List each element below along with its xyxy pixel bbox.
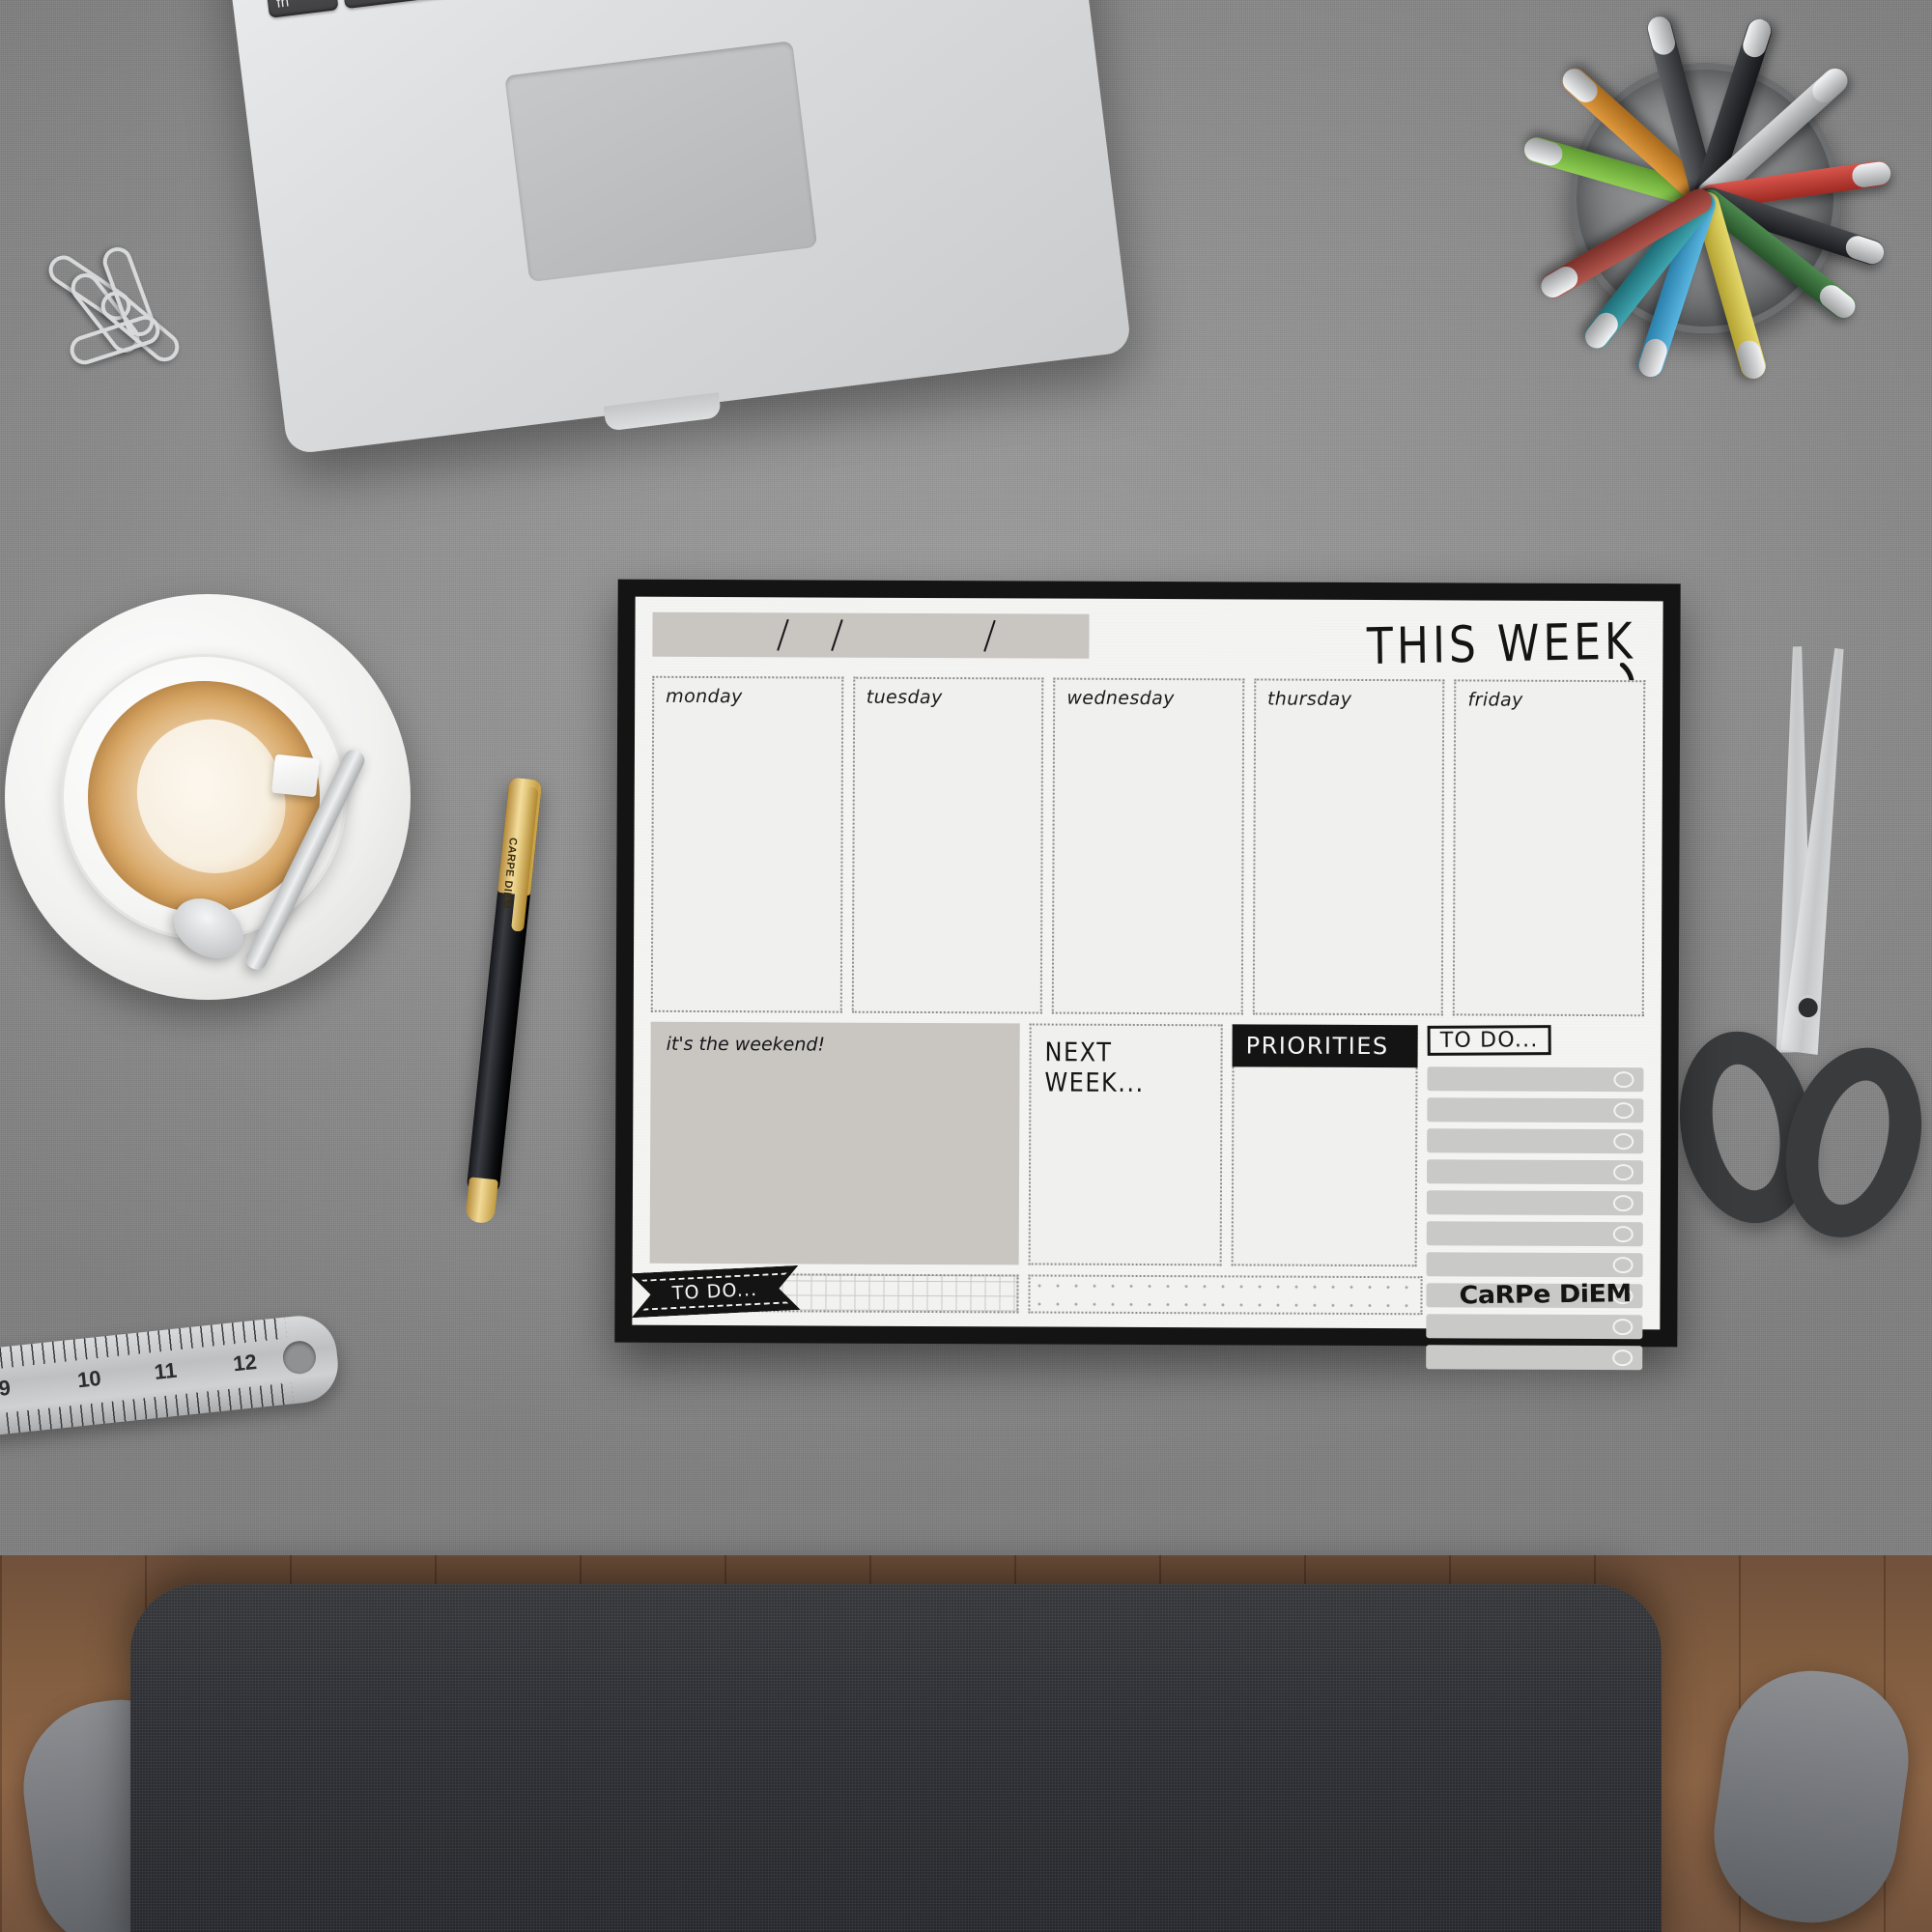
checkbox-icon[interactable] [1613, 1102, 1634, 1120]
coffee-cup [61, 654, 347, 940]
weekday-columns: monday tuesday wednesday thursday friday [650, 675, 1646, 1017]
laptop-trackpad[interactable] [504, 41, 818, 283]
dot-grid-area[interactable] [1028, 1274, 1423, 1316]
checkbox-icon[interactable] [1612, 1257, 1634, 1274]
key-control[interactable]: control [338, 0, 449, 10]
todo-header-label: TO DO... [1439, 1028, 1539, 1053]
date-slash-1 [777, 618, 789, 651]
day-label: monday [666, 685, 743, 708]
weekend-label: it's the weekend! [666, 1033, 826, 1056]
day-cell-monday[interactable]: monday [650, 675, 843, 1013]
checkbox-icon[interactable] [1613, 1164, 1634, 1181]
ruler-mark: 12 [231, 1349, 258, 1377]
priorities-banner: PRIORITIES [1232, 1024, 1418, 1068]
todo-list [1426, 1066, 1644, 1371]
todo-item[interactable] [1426, 1252, 1643, 1278]
date-slash-2 [831, 619, 843, 652]
date-field[interactable] [652, 611, 1090, 659]
day-label: wednesday [1066, 687, 1175, 710]
saucer [5, 594, 411, 1000]
key-label: control [352, 0, 399, 2]
todo-item[interactable] [1427, 1066, 1644, 1093]
todo-header-box: TO DO... [1427, 1025, 1551, 1056]
todo-ribbon: TO DO... [630, 1265, 801, 1318]
sugar-cube [271, 753, 320, 798]
keyboard-row-4: fn control option command [263, 0, 1042, 18]
todo-item[interactable] [1427, 1128, 1644, 1154]
todo-item[interactable] [1426, 1314, 1643, 1340]
day-cell-friday[interactable]: friday [1453, 679, 1646, 1017]
priorities-cell[interactable]: PRIORITIES [1231, 1024, 1418, 1267]
planner-sheet: THIS WEEK monday tuesday wednesday thurs… [632, 596, 1663, 1371]
priorities-label: PRIORITIES [1245, 1032, 1389, 1061]
brand-area: CaRPe DiEM [1432, 1276, 1642, 1316]
ruler-hanging-hole [281, 1339, 318, 1376]
desk-scene: tab D F G / caps lock A S C V B N M [0, 0, 1932, 1932]
checkbox-icon[interactable] [1612, 1226, 1634, 1243]
latte-art [119, 702, 302, 892]
todo-item[interactable] [1427, 1159, 1644, 1185]
carpe-diem-logo: CaRPe DiEM [1458, 1279, 1632, 1310]
day-label: tuesday [866, 686, 943, 709]
todo-item[interactable] [1427, 1097, 1644, 1123]
key-label: fn [275, 0, 291, 12]
todo-ribbon-label: TO DO... [671, 1278, 758, 1305]
next-week-label: NEXT WEEK... [1044, 1037, 1145, 1098]
ruler-mark: 10 [75, 1365, 102, 1393]
weekend-cell[interactable]: it's the weekend! [649, 1021, 1020, 1265]
day-cell-thursday[interactable]: thursday [1252, 678, 1445, 1016]
date-slash-3 [983, 619, 996, 652]
planner-bottom-row: TO DO... CaRPe DiEM [649, 1273, 1642, 1316]
checkbox-icon[interactable] [1613, 1133, 1634, 1151]
planner-middle-row: it's the weekend! NEXT WEEK... PRIORITIE… [649, 1021, 1644, 1371]
key-fn[interactable]: fn [263, 0, 339, 18]
scissors [1664, 622, 1932, 1272]
checkbox-icon[interactable] [1612, 1319, 1634, 1336]
checkbox-icon[interactable] [1612, 1195, 1634, 1212]
next-week-cell[interactable]: NEXT WEEK... [1028, 1023, 1223, 1266]
day-label: thursday [1266, 688, 1352, 710]
chair-fabric-texture [130, 1584, 1662, 1932]
checkbox-icon[interactable] [1612, 1350, 1634, 1367]
ruler-mark: 11 [153, 1357, 179, 1384]
day-cell-wednesday[interactable]: wednesday [1051, 677, 1245, 1015]
weekly-planner-pad[interactable]: THIS WEEK monday tuesday wednesday thurs… [614, 579, 1681, 1371]
paper-clips [43, 242, 227, 391]
pen-cup [1520, 14, 1892, 383]
day-label: friday [1467, 689, 1523, 711]
ruler-mark: 9 [0, 1375, 13, 1401]
planner-header: THIS WEEK [652, 611, 1645, 710]
graph-paper-area[interactable]: TO DO... [649, 1273, 1019, 1314]
day-cell-tuesday[interactable]: tuesday [851, 676, 1044, 1014]
todo-panel: TO DO... [1426, 1025, 1644, 1371]
checkbox-icon[interactable] [1613, 1071, 1634, 1089]
office-chair [130, 1584, 1662, 1932]
todo-item[interactable] [1426, 1345, 1643, 1371]
todo-item[interactable] [1426, 1190, 1643, 1216]
todo-item[interactable] [1426, 1221, 1643, 1247]
